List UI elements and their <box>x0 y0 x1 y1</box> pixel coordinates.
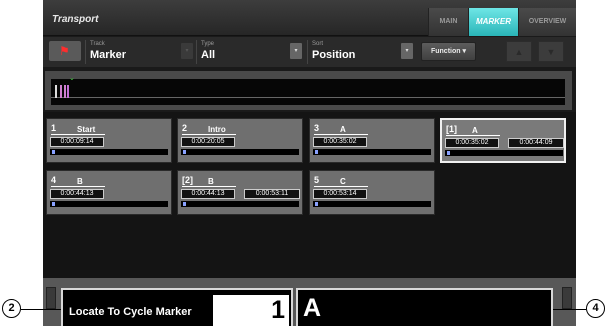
marker-underline <box>51 134 105 135</box>
marker-card[interactable]: [2] B 0:00:44:13 0:00:53:11 <box>177 170 303 215</box>
marker-start-time: 0:00:44:13 <box>50 189 104 199</box>
bottom-panel: Locate To Cycle Marker 1 A <box>43 278 576 326</box>
position-fill <box>183 150 186 154</box>
marker-position-bar <box>50 201 168 207</box>
tab-main[interactable]: MAIN <box>428 8 468 36</box>
track-value: Marker <box>90 49 127 61</box>
marker-number: 1 <box>51 123 57 133</box>
marker-position-bar <box>313 201 431 207</box>
overview-tick <box>60 85 62 98</box>
sort-value: Position <box>312 49 356 61</box>
marker-underline <box>446 135 500 136</box>
filter-bar: ⚑ Track Marker ▾ Type All ▾ Sort Positio… <box>43 37 576 67</box>
flag-icon: ⚑ <box>59 44 70 58</box>
marker-name: Intro <box>208 125 226 134</box>
left-encoder-knob[interactable] <box>46 287 56 309</box>
marker-position-bar <box>50 149 168 155</box>
marker-card-selected[interactable]: [1] A 0:00:35:02 0:00:44:09 <box>440 118 566 163</box>
scroll-up-button[interactable]: ▲ <box>506 41 532 62</box>
marker-underline <box>314 186 368 187</box>
type-label: Type <box>201 41 215 47</box>
marker-card[interactable]: 3 A 0:00:35:02 <box>309 118 435 163</box>
position-fill <box>183 202 186 206</box>
sort-label: Sort <box>312 41 324 47</box>
locate-label: Locate To Cycle Marker <box>69 306 192 318</box>
marker-number: 2 <box>182 123 188 133</box>
function-button[interactable]: Function ▾ <box>421 42 476 61</box>
transport-window: Transport MAIN MARKER OVERVIEW ⚑ Track M… <box>43 0 576 326</box>
track-label: Track <box>90 41 105 47</box>
type-value: All <box>201 49 216 61</box>
window-title: Transport <box>52 14 99 25</box>
marker-name: A <box>472 126 478 135</box>
marker-flag-button[interactable]: ⚑ <box>49 41 81 61</box>
marker-position-bar <box>445 150 563 156</box>
marker-card[interactable]: 5 C 0:00:53:14 <box>309 170 435 215</box>
marker-start-time: 0:00:35:02 <box>313 137 367 147</box>
marker-card[interactable]: 4 B 0:00:44:13 <box>46 170 172 215</box>
marker-position-bar <box>181 149 299 155</box>
callout-2: 2 <box>2 299 21 318</box>
overview-tick <box>64 85 66 98</box>
current-marker-name: A <box>303 294 322 322</box>
position-fill <box>52 202 55 206</box>
marker-end-time: 0:00:44:09 <box>508 138 564 148</box>
marker-name-panel: A <box>296 288 553 326</box>
marker-name: C <box>340 177 346 186</box>
marker-underline <box>314 134 368 135</box>
tab-marker[interactable]: MARKER <box>468 8 518 36</box>
marker-start-time: 0:00:09:14 <box>50 137 104 147</box>
marker-name: B <box>208 177 214 186</box>
position-fill <box>315 202 318 206</box>
marker-position-bar <box>181 201 299 207</box>
scroll-down-button[interactable]: ▼ <box>538 41 564 62</box>
sort-field[interactable]: Sort Position <box>307 40 407 64</box>
overview-marker-ticks: ⌄ <box>55 75 79 98</box>
locate-number-display: 1 <box>213 295 289 326</box>
marker-number: 3 <box>314 123 320 133</box>
locate-panel: Locate To Cycle Marker 1 <box>61 288 293 326</box>
type-dropdown-button[interactable]: ▾ <box>290 43 302 59</box>
marker-number: [1] <box>446 124 457 134</box>
position-indicator-icon: ⌄ <box>69 75 75 82</box>
overview-baseline <box>51 97 565 98</box>
right-encoder-knob[interactable] <box>562 287 572 309</box>
marker-underline <box>182 186 236 187</box>
marker-position-bar <box>313 149 431 155</box>
marker-name: B <box>77 177 83 186</box>
callout-4: 4 <box>586 299 605 318</box>
header: Transport MAIN MARKER OVERVIEW <box>43 0 576 36</box>
marker-number: 5 <box>314 175 320 185</box>
marker-start-time: 0:00:53:14 <box>313 189 367 199</box>
position-fill <box>447 151 450 155</box>
marker-underline <box>182 134 236 135</box>
marker-number: 4 <box>51 175 57 185</box>
marker-start-time: 0:00:44:13 <box>181 189 235 199</box>
marker-end-time: 0:00:53:11 <box>244 189 300 199</box>
marker-underline <box>51 186 105 187</box>
position-fill <box>52 150 55 154</box>
marker-start-time: 0:00:35:02 <box>445 138 499 148</box>
marker-overview[interactable]: ⌄ <box>45 71 572 110</box>
marker-name: Start <box>77 125 96 134</box>
overview-timeline[interactable]: ⌄ <box>51 75 565 105</box>
overview-tick <box>67 85 69 98</box>
track-field[interactable]: Track Marker <box>85 40 181 64</box>
marker-card[interactable]: 2 Intro 0:00:20:05 <box>177 118 303 163</box>
marker-start-time: 0:00:20:05 <box>181 137 235 147</box>
track-dropdown-button[interactable]: ▾ <box>181 43 193 59</box>
overview-tick <box>55 85 57 98</box>
position-fill <box>315 150 318 154</box>
callout-leader-2 <box>21 309 61 310</box>
marker-card[interactable]: 1 Start 0:00:09:14 <box>46 118 172 163</box>
marker-grid: 1 Start 0:00:09:14 2 Intro 0:00:20:05 3 … <box>43 112 576 278</box>
marker-name: A <box>340 125 346 134</box>
sort-dropdown-button[interactable]: ▾ <box>401 43 413 59</box>
marker-number: [2] <box>182 175 193 185</box>
callout-leader-4 <box>553 309 586 310</box>
tab-overview[interactable]: OVERVIEW <box>518 8 576 36</box>
